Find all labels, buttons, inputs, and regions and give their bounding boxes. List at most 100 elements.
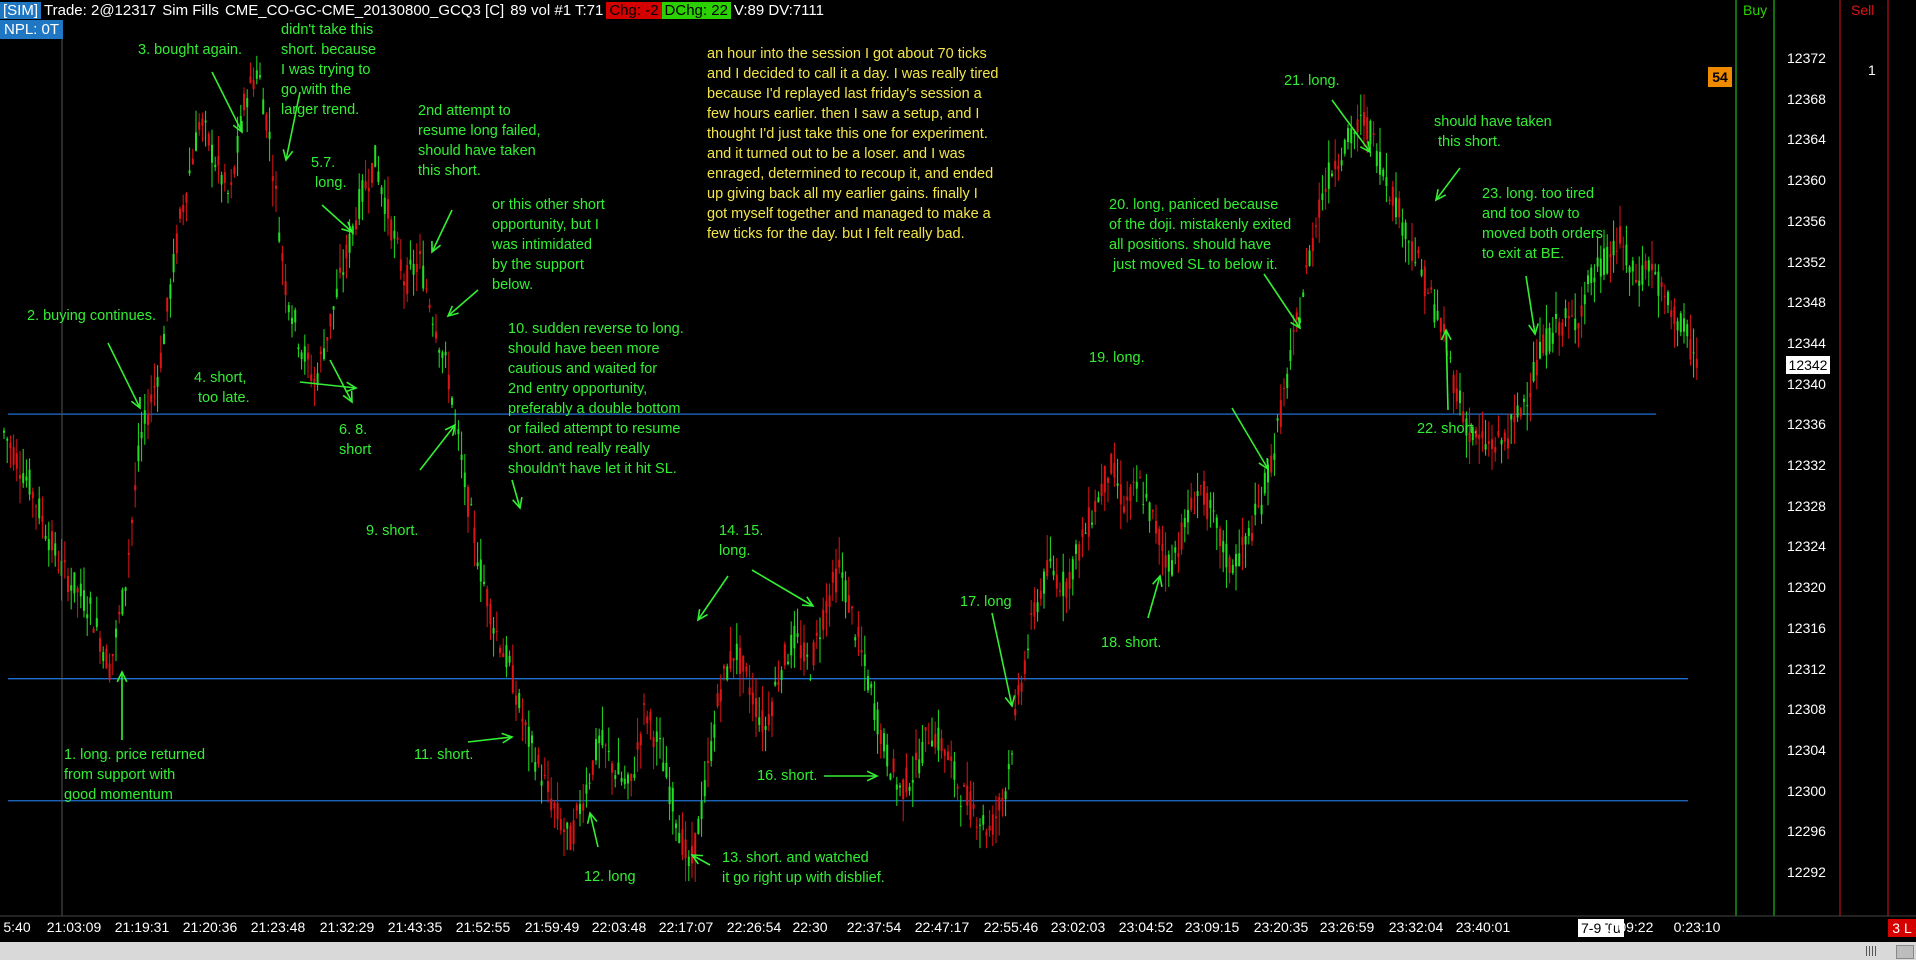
- candle-body: [1318, 199, 1321, 218]
- candle-body: [857, 626, 860, 638]
- candle-body: [1123, 506, 1125, 513]
- candle-body: [1638, 280, 1641, 286]
- candle-body: [1100, 483, 1103, 496]
- candle-body: [1011, 753, 1013, 755]
- candle-body: [28, 469, 31, 495]
- candle-body: [1020, 682, 1023, 692]
- time-tick: 0:23:10: [1673, 919, 1721, 935]
- candle-body: [207, 133, 210, 146]
- candle-body: [1385, 177, 1388, 187]
- candle-body: [991, 814, 994, 835]
- candle-body: [1535, 360, 1538, 376]
- candle-body: [716, 693, 719, 707]
- annotation-14-15: 14. 15. long.: [719, 523, 764, 559]
- candle-body: [844, 580, 847, 603]
- candle-body: [182, 204, 185, 213]
- candle-body: [908, 786, 911, 792]
- candle-body: [937, 727, 940, 751]
- candle-body: [985, 831, 988, 836]
- candle-body: [1494, 447, 1497, 453]
- time-tick: 21:52:55: [455, 919, 511, 935]
- buy-panel-label[interactable]: Buy: [1743, 2, 1767, 18]
- price-tick: 12324: [1787, 538, 1826, 555]
- candle-body: [265, 114, 268, 131]
- candle-body: [307, 352, 309, 360]
- candle-body: [556, 803, 559, 820]
- npl-badge: NPL: 0T: [0, 20, 64, 39]
- candle-body: [83, 590, 85, 611]
- candle-body: [403, 281, 405, 286]
- candle-body: [201, 118, 204, 126]
- candle-body: [86, 614, 89, 619]
- annotation-arrow: [991, 612, 1013, 707]
- candle-body: [1129, 486, 1132, 502]
- candle-body: [1212, 510, 1215, 512]
- candle-body: [665, 762, 668, 778]
- price-tick: 12304: [1787, 741, 1826, 758]
- candle-body: [943, 749, 946, 756]
- candle-body: [1343, 140, 1346, 154]
- candle-body: [1145, 493, 1148, 498]
- candle-body: [1545, 328, 1548, 356]
- candle-body: [44, 536, 47, 539]
- candle-body: [739, 647, 741, 674]
- candle-body: [633, 774, 636, 778]
- candle-body: [847, 595, 850, 613]
- time-tick: 0:09:22: [1606, 919, 1654, 935]
- candle-body: [579, 803, 581, 814]
- candle-body: [918, 759, 921, 774]
- candle-body: [1369, 120, 1372, 145]
- candle-body: [979, 824, 981, 826]
- candle-body: [700, 800, 703, 820]
- annotation-should-short: should have taken this short.: [1434, 114, 1552, 150]
- candle-body: [499, 647, 501, 653]
- candle-body: [863, 654, 866, 667]
- candle-body: [211, 144, 213, 163]
- annotation-arrow: [1525, 275, 1536, 335]
- candle-body: [1507, 438, 1509, 449]
- candle-body: [1561, 322, 1564, 336]
- candle-body: [457, 429, 460, 435]
- fills-label: Sim Fills: [162, 1, 219, 19]
- candle-body: [1689, 339, 1692, 360]
- candle-body: [841, 572, 844, 578]
- candle-body: [367, 187, 370, 192]
- candle-body: [540, 780, 543, 786]
- candle-body: [630, 773, 633, 782]
- candle-body: [1663, 296, 1666, 298]
- candle-body: [710, 741, 713, 762]
- candle-body: [1414, 262, 1417, 264]
- candle-body: [963, 785, 965, 787]
- candle-body: [1183, 518, 1186, 528]
- price-tick: 12344: [1787, 334, 1826, 351]
- candle-body: [271, 176, 274, 182]
- candle-body: [1158, 528, 1161, 545]
- candle-body: [659, 738, 661, 740]
- candle-body: [310, 374, 313, 381]
- candle-body: [697, 818, 700, 835]
- sell-panel-label[interactable]: Sell: [1851, 2, 1874, 18]
- candle-body: [143, 410, 146, 424]
- time-tick: 23:32:04: [1388, 919, 1444, 935]
- candle-body: [1164, 555, 1167, 568]
- candle-body: [1107, 477, 1109, 483]
- candle-body: [607, 750, 610, 753]
- candle-body: [1033, 602, 1036, 617]
- candle-body: [1215, 517, 1218, 528]
- time-tick: 21:23:48: [250, 919, 306, 935]
- scrollbar-thumb[interactable]: [1896, 945, 1914, 959]
- candle-body: [1139, 477, 1141, 479]
- scroll-grip-icon[interactable]: [1866, 946, 1878, 956]
- candle-body: [1484, 444, 1487, 450]
- arrow-head-icon: [1290, 316, 1302, 330]
- candle-body: [1126, 496, 1129, 501]
- candle-body: [591, 760, 594, 776]
- candle-body: [627, 774, 629, 784]
- candle-body: [115, 628, 117, 638]
- time-tick: 23:02:03: [1050, 919, 1106, 935]
- horizontal-scrollbar[interactable]: [0, 942, 1916, 960]
- candle-body: [255, 70, 258, 79]
- candle-body: [1676, 321, 1679, 331]
- candle-body: [796, 633, 799, 637]
- candle-body: [483, 581, 485, 584]
